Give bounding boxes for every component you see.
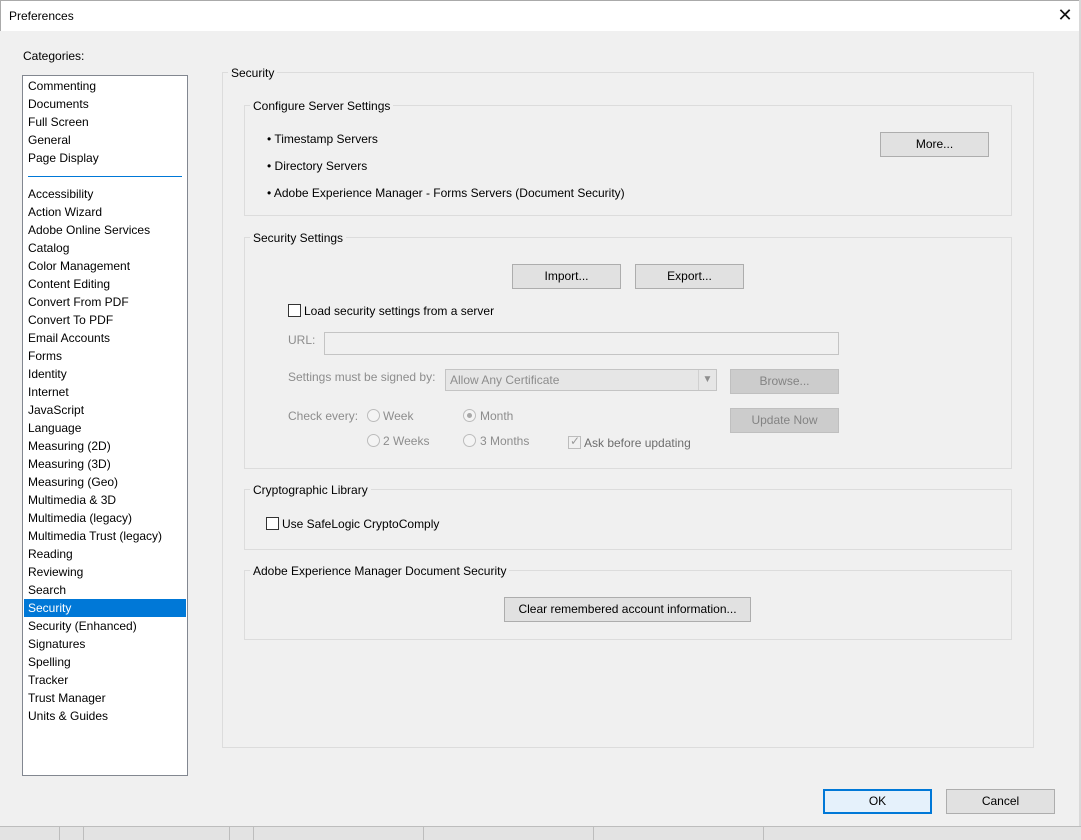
server-settings-title: Configure Server Settings <box>250 99 394 113</box>
chevron-down-icon: ▼ <box>698 370 716 390</box>
category-item[interactable]: Security <box>24 599 186 617</box>
update-now-button[interactable]: Update Now <box>730 408 839 433</box>
radio-week[interactable] <box>367 409 380 422</box>
category-item[interactable]: Multimedia Trust (legacy) <box>24 527 186 545</box>
category-item[interactable]: Full Screen <box>24 113 186 131</box>
signed-by-value: Allow Any Certificate <box>450 373 560 387</box>
clear-account-button[interactable]: Clear remembered account information... <box>504 597 751 622</box>
load-settings-checkbox[interactable] <box>288 304 301 317</box>
export-button[interactable]: Export... <box>635 264 744 289</box>
strip-cell <box>254 827 424 840</box>
category-item[interactable]: Documents <box>24 95 186 113</box>
window-title: Preferences <box>9 9 74 23</box>
radio-3months[interactable] <box>463 434 476 447</box>
category-item[interactable]: Measuring (Geo) <box>24 473 186 491</box>
radio-week-label: Week <box>383 409 414 423</box>
more-button[interactable]: More... <box>880 132 989 157</box>
category-item[interactable]: Page Display <box>24 149 186 167</box>
title-bar: Preferences ✕ <box>0 0 1081 31</box>
category-item[interactable]: Action Wizard <box>24 203 186 221</box>
category-item[interactable]: Spelling <box>24 653 186 671</box>
strip-cell <box>0 827 60 840</box>
signed-by-select[interactable]: Allow Any Certificate ▼ <box>445 369 717 391</box>
background-window-strip <box>0 826 1081 840</box>
browse-button[interactable]: Browse... <box>730 369 839 394</box>
strip-cell <box>230 827 254 840</box>
signed-by-label: Settings must be signed by: <box>288 370 436 384</box>
radio-3months-label: 3 Months <box>480 434 530 448</box>
categories-list[interactable]: Commenting Documents Full Screen General Pag… <box>22 75 188 776</box>
url-field[interactable] <box>324 332 839 355</box>
category-item[interactable]: JavaScript <box>24 401 186 419</box>
panel-title: Security <box>228 66 278 80</box>
strip-cell <box>84 827 230 840</box>
category-item[interactable]: Adobe Online Services <box>24 221 186 239</box>
safelogic-label: Use SafeLogic CryptoComply <box>282 517 440 531</box>
checkmark-icon: ✓ <box>570 434 581 448</box>
category-item[interactable]: Multimedia (legacy) <box>24 509 186 527</box>
radio-month-label: Month <box>480 409 514 423</box>
category-item[interactable]: Reviewing <box>24 563 186 581</box>
load-settings-label: Load security settings from a server <box>304 304 495 318</box>
category-item[interactable]: Identity <box>24 365 186 383</box>
security-settings-title: Security Settings <box>250 231 347 245</box>
category-item[interactable]: Commenting <box>24 77 186 95</box>
category-item[interactable]: Measuring (2D) <box>24 437 186 455</box>
category-item[interactable]: Forms <box>24 347 186 365</box>
timestamp-servers-item: • Timestamp Servers <box>267 132 378 146</box>
ask-before-updating-label: Ask before updating <box>584 436 691 450</box>
aem-security-title: Adobe Experience Manager Document Securi… <box>250 564 510 578</box>
category-item[interactable]: Language <box>24 419 186 437</box>
category-item[interactable]: Multimedia & 3D <box>24 491 186 509</box>
close-icon[interactable]: ✕ <box>1050 1 1080 31</box>
category-item[interactable]: Internet <box>24 383 186 401</box>
categories-label: Categories: <box>23 49 85 63</box>
directory-servers-item: • Directory Servers <box>267 159 368 173</box>
category-item[interactable]: Trust Manager <box>24 689 186 707</box>
safelogic-checkbox[interactable] <box>266 517 279 530</box>
strip-cell <box>60 827 84 840</box>
category-item[interactable]: Signatures <box>24 635 186 653</box>
ok-button[interactable]: OK <box>823 789 932 814</box>
category-item[interactable]: Reading <box>24 545 186 563</box>
category-item[interactable]: Content Editing <box>24 275 186 293</box>
url-label: URL: <box>288 333 316 347</box>
radio-2weeks-label: 2 Weeks <box>383 434 430 448</box>
radio-2weeks[interactable] <box>367 434 380 447</box>
ask-before-updating-checkbox[interactable]: ✓ <box>568 434 581 449</box>
strip-cell <box>594 827 764 840</box>
category-item[interactable]: Email Accounts <box>24 329 186 347</box>
categories-divider <box>28 176 182 177</box>
category-item[interactable]: Color Management <box>24 257 186 275</box>
category-item[interactable]: Convert To PDF <box>24 311 186 329</box>
category-item[interactable]: Units & Guides <box>24 707 186 725</box>
category-item[interactable]: Tracker <box>24 671 186 689</box>
import-button[interactable]: Import... <box>512 264 621 289</box>
category-item[interactable]: Security (Enhanced) <box>24 617 186 635</box>
category-item[interactable]: General <box>24 131 186 149</box>
check-every-label: Check every: <box>288 409 359 423</box>
category-item[interactable]: Convert From PDF <box>24 293 186 311</box>
cancel-button[interactable]: Cancel <box>946 789 1055 814</box>
category-item[interactable]: Catalog <box>24 239 186 257</box>
category-item[interactable]: Measuring (3D) <box>24 455 186 473</box>
strip-cell <box>424 827 594 840</box>
crypto-title: Cryptographic Library <box>250 483 371 497</box>
category-item[interactable]: Search <box>24 581 186 599</box>
radio-month[interactable] <box>463 409 476 422</box>
category-item[interactable]: Accessibility <box>24 185 186 203</box>
radio-selected-dot <box>467 413 472 418</box>
aem-forms-servers-item: • Adobe Experience Manager - Forms Serve… <box>267 186 625 200</box>
